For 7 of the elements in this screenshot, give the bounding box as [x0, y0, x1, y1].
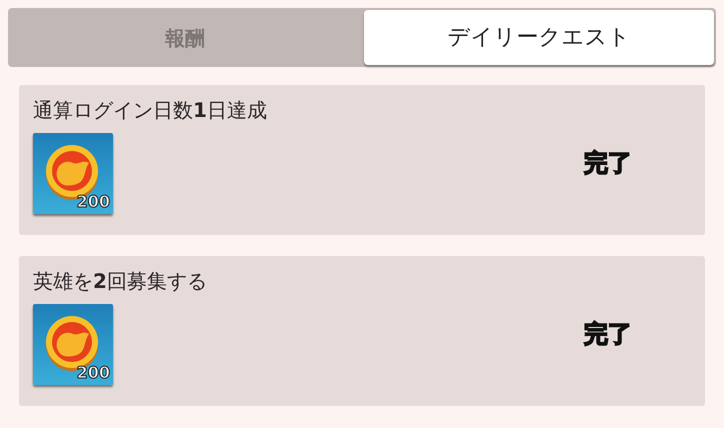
quest-title: 英雄を2回募集する: [33, 268, 208, 294]
status-label: 完了: [584, 148, 632, 179]
reward-count: 200: [76, 191, 110, 213]
status-label: 完了: [584, 319, 632, 350]
quest-title: 通算ログイン日数1日達成: [33, 97, 268, 123]
reward-count: 200: [76, 362, 110, 384]
tab[interactable]: デイリークエスト: [364, 10, 714, 65]
